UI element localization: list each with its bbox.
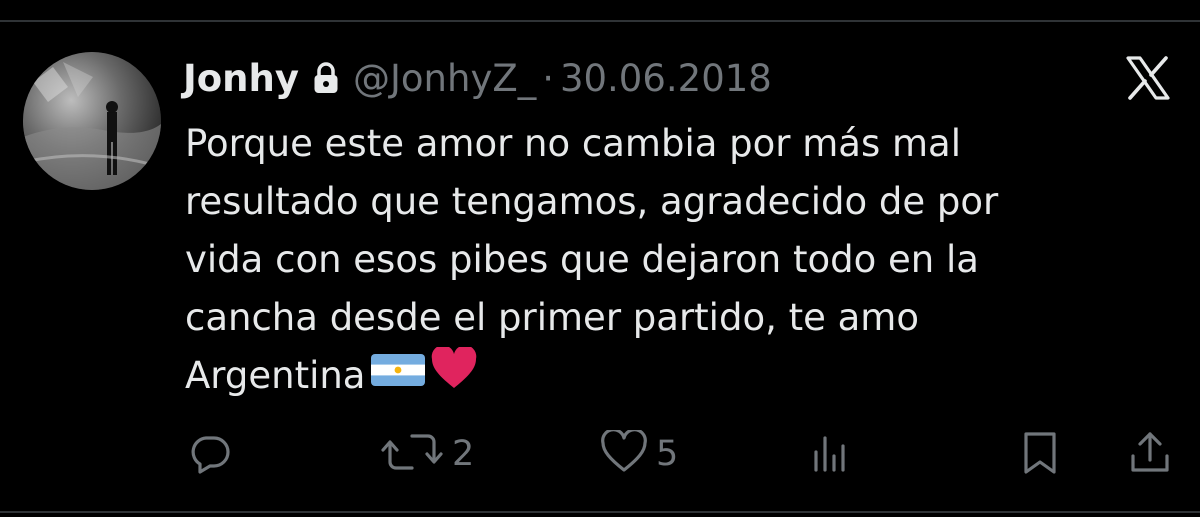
retweet-count: 2	[452, 434, 475, 474]
like-count: 5	[656, 434, 679, 474]
reply-button[interactable]	[188, 430, 240, 478]
tweet-body: Porque este amor no cambia por más mal r…	[185, 122, 999, 397]
lock-icon	[313, 62, 339, 94]
bookmark-icon	[1018, 430, 1062, 478]
reply-icon	[188, 430, 232, 478]
top-divider	[0, 20, 1200, 22]
tweet-date[interactable]: 30.06.2018	[560, 57, 772, 100]
tweet-header: Jonhy @JonhyZ_ · 30.06.2018	[183, 48, 772, 108]
x-logo-icon[interactable]	[1125, 55, 1171, 101]
retweet-icon	[380, 430, 444, 478]
display-name[interactable]: Jonhy	[183, 57, 299, 100]
argentina-flag-emoji	[371, 347, 426, 408]
avatar[interactable]	[23, 52, 161, 190]
like-button[interactable]: 5	[600, 428, 679, 478]
bookmark-button[interactable]	[1018, 430, 1062, 478]
tweet-actions: 2 5	[0, 420, 1200, 490]
tweet-text: Porque este amor no cambia por más mal r…	[185, 115, 1145, 408]
share-icon	[1128, 430, 1172, 478]
user-handle[interactable]: @JonhyZ_	[353, 57, 536, 100]
retweet-button[interactable]: 2	[380, 430, 474, 478]
red-heart-emoji	[431, 345, 477, 408]
views-button[interactable]	[810, 430, 854, 478]
share-button[interactable]	[1128, 430, 1172, 478]
header-separator: ·	[542, 56, 554, 100]
emoji-group	[371, 345, 477, 408]
heart-icon	[600, 428, 648, 478]
bottom-divider	[0, 511, 1200, 513]
views-icon	[810, 430, 854, 478]
